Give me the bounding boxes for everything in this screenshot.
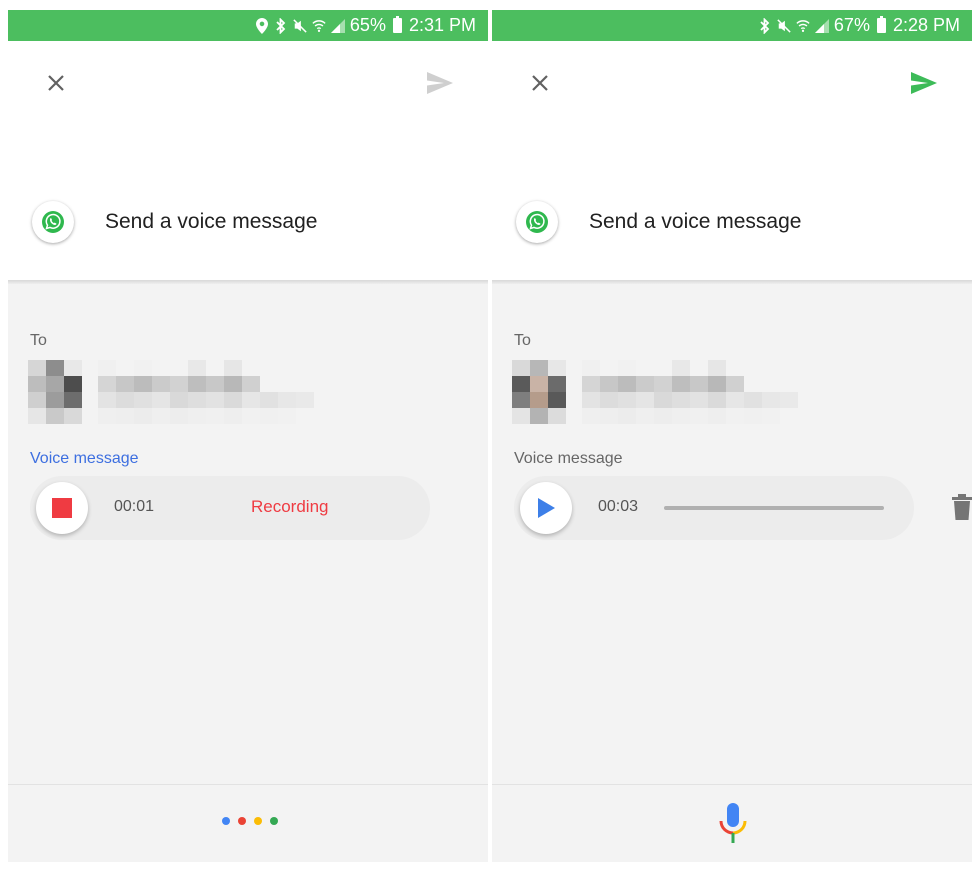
battery-icon — [876, 16, 886, 33]
playback-progress-track[interactable] — [664, 506, 884, 510]
bluetooth-icon — [758, 17, 772, 34]
stop-icon — [52, 498, 72, 518]
blue-dot — [222, 817, 230, 825]
recording-status: Recording — [251, 497, 329, 516]
playback-timer: 00:03 — [598, 498, 639, 515]
recipient-avatar[interactable] — [28, 360, 82, 424]
recipient-name — [582, 360, 798, 424]
bluetooth-icon — [274, 17, 288, 34]
send-icon — [911, 72, 937, 94]
yellow-dot — [254, 817, 262, 825]
close-button[interactable] — [38, 65, 74, 101]
recording-timer: 00:01 — [114, 498, 155, 515]
app-bar — [492, 41, 972, 116]
message-body: To Voice message 00:03 — [492, 284, 972, 784]
voice-message-label: Voice message — [30, 450, 139, 467]
signal-icon — [330, 18, 345, 34]
status-bar: 67% 2:28 PM — [492, 10, 972, 41]
signal-icon — [814, 18, 829, 34]
wifi-icon — [312, 18, 326, 34]
mute-icon — [293, 18, 307, 34]
page-title: Send a voice message — [105, 210, 318, 233]
clock: 2:28 PM — [892, 15, 960, 35]
assistant-bar — [8, 785, 488, 862]
red-dot — [238, 817, 246, 825]
page-title: Send a voice message — [589, 210, 802, 233]
right-screen: 67% 2:28 PM Send a voice message To Voic… — [492, 10, 972, 862]
battery-icon — [392, 16, 402, 33]
whatsapp-icon — [516, 201, 558, 243]
playback-bar: 00:03 — [514, 476, 914, 540]
close-icon — [532, 75, 548, 91]
status-bar: 65% 2:31 PM — [8, 10, 488, 41]
location-icon — [255, 17, 269, 34]
google-mic-icon — [719, 803, 747, 843]
close-icon — [48, 75, 64, 91]
close-button[interactable] — [522, 65, 558, 101]
recording-bar: 00:01 Recording — [30, 476, 430, 540]
clock: 2:31 PM — [408, 15, 476, 35]
assistant-bar — [492, 785, 972, 862]
assistant-listening-dots[interactable] — [222, 817, 278, 825]
battery-percent: 67% — [833, 15, 870, 35]
send-button[interactable] — [422, 65, 458, 101]
wifi-icon — [796, 18, 810, 34]
battery-percent: 65% — [349, 15, 386, 35]
message-body: To Voice message 00:01 Recording — [8, 284, 488, 784]
voice-message-label: Voice message — [514, 450, 623, 467]
trash-icon — [952, 494, 972, 520]
whatsapp-icon — [32, 201, 74, 243]
play-button[interactable] — [520, 482, 572, 534]
to-label: To — [514, 332, 531, 349]
stop-button[interactable] — [36, 482, 88, 534]
play-icon — [538, 498, 555, 518]
left-screen: 65% 2:31 PM Send a voice message To Voic… — [8, 10, 488, 862]
recipient-name — [98, 360, 314, 424]
green-dot — [270, 817, 278, 825]
app-bar — [8, 41, 488, 116]
mute-icon — [777, 18, 791, 34]
send-button[interactable] — [906, 65, 942, 101]
to-label: To — [30, 332, 47, 349]
send-icon — [427, 72, 453, 94]
recipient-avatar[interactable] — [512, 360, 566, 424]
delete-button[interactable] — [952, 494, 972, 520]
mic-button[interactable] — [718, 803, 748, 845]
